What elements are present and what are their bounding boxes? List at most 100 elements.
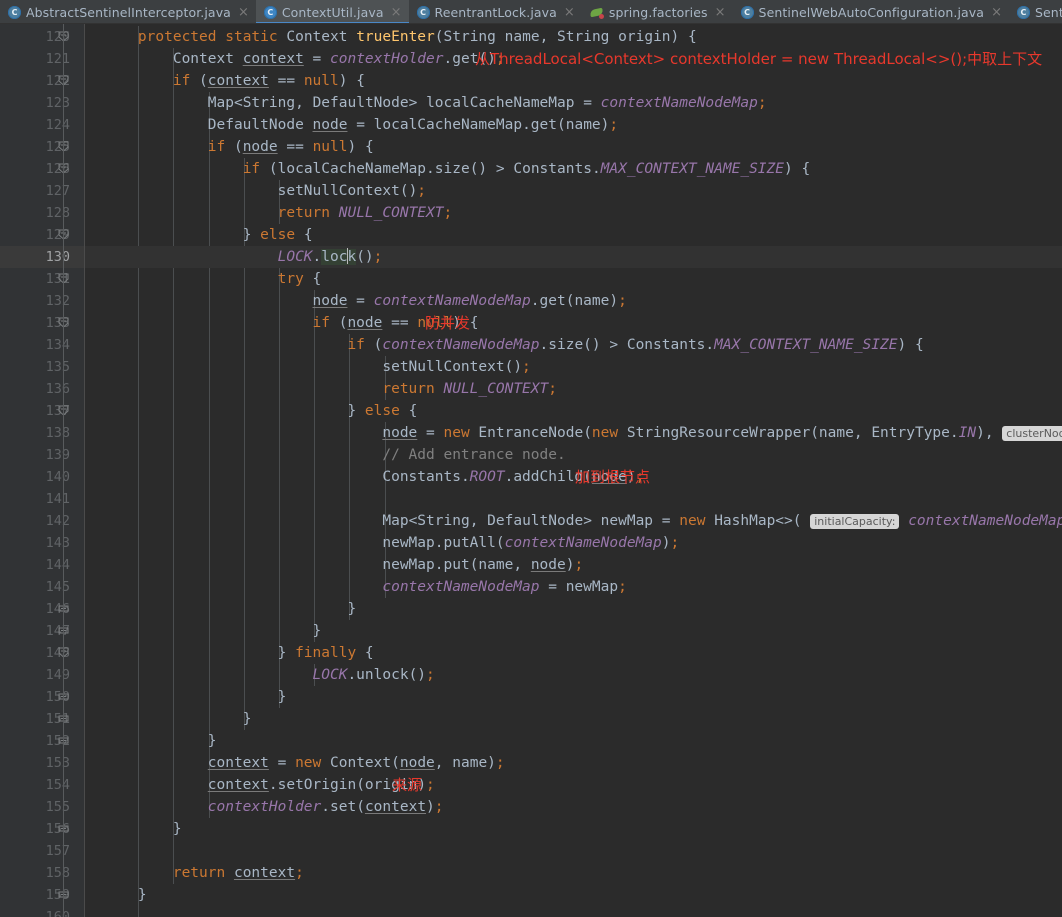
code-line[interactable]: [85, 488, 1062, 510]
code-line[interactable]: if (context == null) {: [85, 70, 1062, 92]
code-line[interactable]: return NULL_CONTEXT;: [85, 378, 1062, 400]
code-punct: (: [495, 535, 505, 551]
code-local-var: context: [207, 73, 269, 89]
code-line[interactable]: [85, 840, 1062, 862]
code-line[interactable]: }: [85, 620, 1062, 642]
code-line[interactable]: }: [85, 708, 1062, 730]
editor-tab-spring-factories[interactable]: spring.factories ×: [582, 0, 733, 23]
code-line[interactable]: Constants.ROOT.addChild(node);: [85, 466, 1062, 488]
code-line[interactable]: setNullContext();: [85, 356, 1062, 378]
code-type: DefaultNode: [207, 117, 304, 133]
code-line[interactable]: }: [85, 730, 1062, 752]
code-type: EntranceNode: [478, 425, 584, 441]
code-line[interactable]: }: [85, 686, 1062, 708]
code-operator: {: [688, 29, 697, 45]
code-line[interactable]: } else {: [85, 224, 1062, 246]
code-line[interactable]: if (contextNameNodeMap.size() > Constant…: [85, 334, 1062, 356]
code-identifier: putAll: [443, 535, 496, 551]
tab-close-icon[interactable]: ×: [991, 6, 1002, 19]
code-operator: {: [364, 139, 374, 155]
code-annotation-overlay: 来源: [392, 776, 423, 794]
editor-tab-bar[interactable]: C AbstractSentinelInterceptor.java × C Conte…: [0, 0, 1062, 24]
tab-close-icon[interactable]: ×: [715, 6, 726, 19]
code-punct: (: [583, 425, 592, 441]
code-identifier: setNullContext: [382, 359, 505, 375]
code-line[interactable]: context = new Context(node, name);: [85, 752, 1062, 774]
code-line[interactable]: // Add entrance node.: [85, 444, 1062, 466]
java-class-icon: C: [1016, 5, 1030, 19]
code-line[interactable]: if (node == null) {: [85, 136, 1062, 158]
editor-tab-abstractsentinelinterceptor-java[interactable]: C AbstractSentinelInterceptor.java ×: [0, 0, 256, 23]
code-operator: {: [356, 73, 365, 89]
code-operator: }: [242, 227, 252, 243]
code-punct: ;: [417, 183, 427, 199]
code-punct: ): [417, 667, 427, 683]
code-operator: .: [443, 51, 453, 67]
code-identifier: put: [443, 557, 470, 573]
code-type: DefaultNode: [487, 513, 584, 529]
code-line[interactable]: newMap.put(name, node);: [85, 554, 1062, 576]
code-line[interactable]: [85, 906, 1062, 917]
code-line[interactable]: setNullContext();: [85, 180, 1062, 202]
editor-tab-reentrantlock-java[interactable]: C ReentrantLock.java ×: [409, 0, 582, 23]
code-content-area[interactable]: protected static Context trueEnter(Strin…: [85, 24, 1062, 917]
code-line[interactable]: Map<String, DefaultNode> localCacheNameM…: [85, 92, 1062, 114]
code-field: NULL_CONTEXT: [338, 205, 444, 221]
code-line[interactable]: protected static Context trueEnter(Strin…: [85, 26, 1062, 48]
code-punct: ): [670, 29, 680, 45]
tab-close-icon[interactable]: ×: [564, 6, 575, 19]
code-operator: =: [286, 139, 296, 155]
code-operator: =: [661, 513, 671, 529]
code-type: Constants: [382, 469, 461, 485]
code-operator: ,: [434, 755, 444, 771]
tab-label: spring.factories: [608, 4, 708, 20]
code-line[interactable]: contextNameNodeMap = newMap;: [85, 576, 1062, 598]
code-line[interactable]: newMap.putAll(contextNameNodeMap);: [85, 532, 1062, 554]
code-field: contextNameNodeMap: [600, 95, 758, 111]
code-operator: }: [137, 887, 147, 903]
code-line[interactable]: contextHolder.set(context);: [85, 796, 1062, 818]
code-operator: <: [775, 513, 785, 529]
code-line[interactable]: } finally {: [85, 642, 1062, 664]
line-number-gutter[interactable]: 120 121 122 123 124 125 126 127 128 129 130 131 132 1…: [0, 24, 84, 917]
code-line[interactable]: }: [85, 818, 1062, 840]
code-line[interactable]: if (localCacheNameMap.size() > Constants…: [85, 158, 1062, 180]
tab-close-icon[interactable]: ×: [391, 6, 402, 19]
code-type: HashMap: [714, 513, 776, 529]
code-line[interactable]: return context;: [85, 862, 1062, 884]
code-line[interactable]: }: [85, 598, 1062, 620]
spring-leaf-icon: [589, 6, 604, 19]
code-punct: ): [338, 73, 348, 89]
editor-tab-sentinelwebinterce[interactable]: C SentinelWebInterce: [1009, 0, 1062, 23]
code-line[interactable]: try {: [85, 268, 1062, 290]
code-line[interactable]: Map<String, DefaultNode> newMap = new Ha…: [85, 510, 1062, 532]
line-number: 132: [45, 293, 70, 309]
code-operator: {: [408, 403, 418, 419]
code-line[interactable]: node = contextNameNodeMap.get(name);: [85, 290, 1062, 312]
editor-tab-sentinelwebautoconfiguration-java[interactable]: C SentinelWebAutoConfiguration.java ×: [733, 0, 1009, 23]
line-number: 133: [45, 315, 70, 331]
code-keyword: if: [207, 139, 226, 155]
line-number: 127: [45, 183, 70, 199]
code-line[interactable]: LOCK.lock();: [85, 246, 1062, 268]
code-line[interactable]: context.setOrigin(origin);: [85, 774, 1062, 796]
code-operator: }: [347, 403, 357, 419]
code-local-var: node: [242, 139, 278, 155]
editor-tab-contextutil-java[interactable]: C ContextUtil.java ×: [255, 0, 409, 23]
code-line[interactable]: if (node == null) {: [85, 312, 1062, 334]
code-line[interactable]: DefaultNode node = localCacheNameMap.get…: [85, 114, 1062, 136]
tab-close-icon[interactable]: ×: [238, 6, 249, 19]
code-keyword: return: [172, 865, 226, 881]
line-number: 153: [45, 755, 70, 771]
code-operator: =: [312, 51, 322, 67]
code-punct: ): [478, 161, 488, 177]
code-line[interactable]: return NULL_CONTEXT;: [85, 202, 1062, 224]
code-operator: ,: [984, 425, 994, 441]
code-line[interactable]: } else {: [85, 400, 1062, 422]
code-punct: (): [356, 249, 374, 265]
code-line[interactable]: node = new EntranceNode(new StringResour…: [85, 422, 1062, 444]
code-line[interactable]: LOCK.unlock();: [85, 664, 1062, 686]
code-editor[interactable]: 120 121 122 123 124 125 126 127 128 129 130 131 132 1…: [0, 24, 1062, 917]
code-type: String: [443, 29, 496, 45]
code-line[interactable]: }: [85, 884, 1062, 906]
